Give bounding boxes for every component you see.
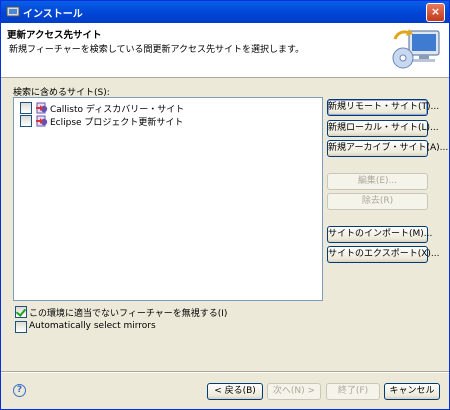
export-sites-button[interactable]: サイトのエクスポート(X)... (327, 246, 440, 263)
update-site-icon (36, 102, 48, 114)
update-site-icon (36, 115, 48, 127)
page-title: 更新アクセス先サイト (7, 30, 102, 41)
title-bar[interactable]: インストール × (1, 1, 449, 23)
ignore-features-label: この環境に適当でないフィーチャーを無視する(I) (29, 309, 228, 319)
new-archive-site-button[interactable]: 新規アーカイブ・サイト(A)... (327, 140, 448, 157)
auto-mirrors-label: Automatically select mirrors (29, 321, 156, 331)
sites-list[interactable]: Callisto ディスカバリー・サイト Eclipse プロジェクト更新サイト (13, 97, 323, 301)
wizard-banner: 更新アクセス先サイト 新規フィーチャーを検索している間更新アクセス先サイトを選択… (1, 23, 449, 78)
new-remote-site-button[interactable]: 新規リモート・サイト(T)... (327, 99, 439, 116)
edit-button[interactable]: 編集(E)... (327, 173, 428, 190)
auto-mirrors-checkbox[interactable] (15, 321, 27, 333)
help-icon[interactable]: ? (13, 384, 26, 397)
install-icon (6, 6, 20, 17)
site-label: Eclipse プロジェクト更新サイト (50, 118, 184, 128)
next-button[interactable]: 次へ(N) > (267, 383, 321, 400)
install-wizard-icon (392, 29, 440, 69)
page-description: 新規フィーチャーを検索している間更新アクセス先サイトを選択します。 (9, 45, 305, 55)
finish-button[interactable]: 終了(F) (326, 383, 380, 400)
site-label: Callisto ディスカバリー・サイト (50, 105, 185, 115)
back-button[interactable]: < 戻る(B) (207, 383, 263, 400)
site-checkbox[interactable] (20, 115, 32, 127)
cancel-button[interactable]: キャンセル (384, 383, 440, 400)
import-sites-button[interactable]: サイトのインポート(M)... (327, 226, 432, 243)
install-dialog: インストール × 更新アクセス先サイト 新規フィーチャーを検索している間更新アク… (0, 0, 450, 410)
close-button[interactable]: × (426, 3, 445, 22)
window-title: インストール (23, 9, 83, 20)
ignore-features-checkbox[interactable] (15, 306, 27, 318)
new-local-site-button[interactable]: 新規ローカル・サイト(L)... (327, 120, 439, 137)
remove-button[interactable]: 除去(R) (327, 193, 428, 210)
footer-separator (1, 371, 449, 373)
site-checkbox[interactable] (20, 102, 32, 114)
